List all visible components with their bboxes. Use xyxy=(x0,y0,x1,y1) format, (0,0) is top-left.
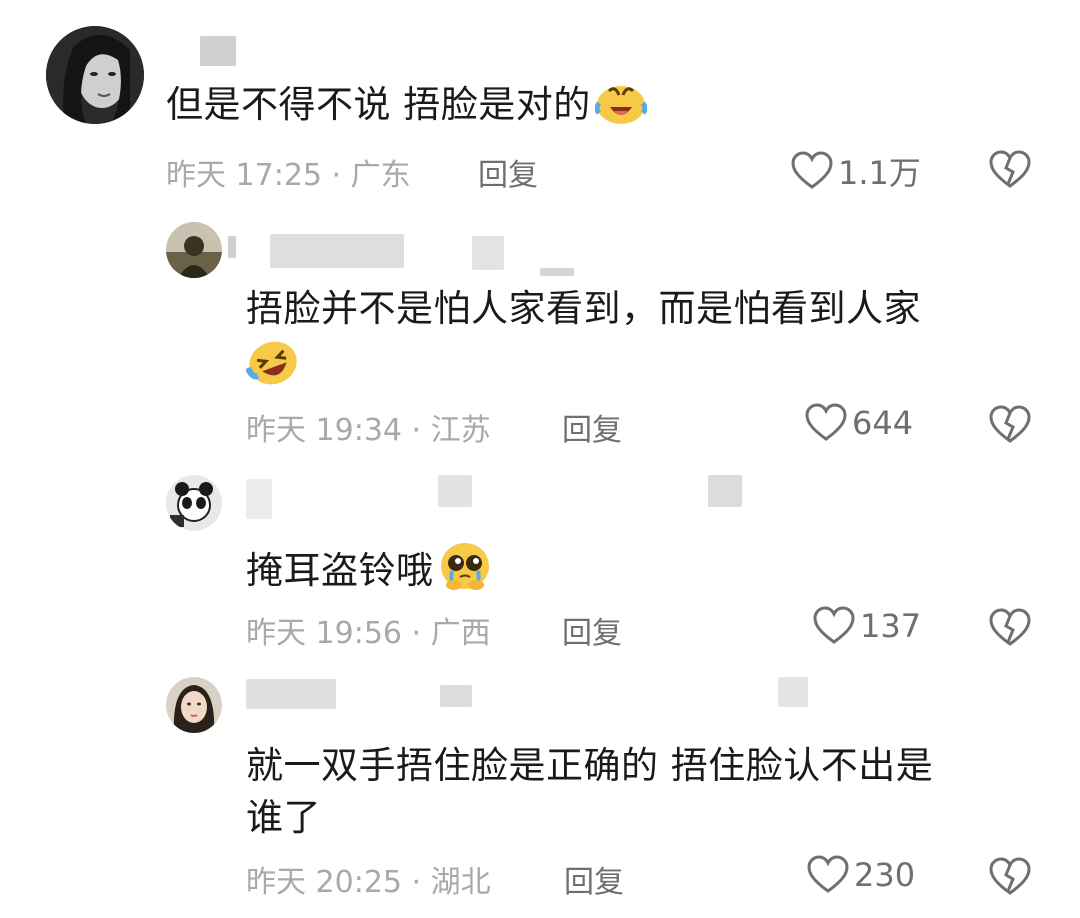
reply-button[interactable]: 回复 xyxy=(562,608,622,652)
username-blurred[interactable] xyxy=(246,679,336,709)
laughing-crying-emoji-icon xyxy=(594,81,648,138)
like-button[interactable]: 644 xyxy=(804,403,913,443)
dislike-button[interactable] xyxy=(988,608,1032,652)
heart-outline-icon xyxy=(805,403,847,441)
like-button[interactable]: 230 xyxy=(806,855,915,895)
comment-text-content: 掩耳盗铃哦 xyxy=(246,549,434,592)
heart-outline-icon xyxy=(807,855,849,893)
comment-text-content: 但是不得不说 捂脸是对的 xyxy=(166,83,591,126)
username-blurred[interactable] xyxy=(472,236,504,270)
comment-text-line2: 谁了 xyxy=(246,793,321,843)
reply-button[interactable]: 回复 xyxy=(478,150,538,194)
heart-outline-icon xyxy=(791,151,833,189)
username-blurred[interactable] xyxy=(778,677,808,707)
comment-2: 捂脸并不是怕人家看到，而是怕看到人家 昨天 19:34 · 江苏 回复 644 xyxy=(0,210,1080,465)
dislike-button[interactable] xyxy=(988,150,1032,194)
like-count: 644 xyxy=(852,404,914,442)
broken-heart-icon xyxy=(989,150,1031,188)
avatar[interactable] xyxy=(166,475,222,531)
pleading-face-emoji-icon xyxy=(438,541,492,604)
comment-meta: 昨天 20:25 · 湖北 xyxy=(246,865,491,900)
username-blurred[interactable] xyxy=(540,268,574,276)
dislike-button[interactable] xyxy=(988,857,1032,901)
dislike-button[interactable] xyxy=(988,405,1032,449)
comment-meta: 昨天 19:56 · 广西 xyxy=(246,616,491,651)
comment-3: 掩耳盗铃哦 昨天 19:56 · 广西 回复 137 xyxy=(0,465,1080,665)
broken-heart-icon xyxy=(989,857,1031,895)
comment-text-content: 谁了 xyxy=(246,796,321,839)
like-button[interactable]: 137 xyxy=(812,606,921,646)
heart-outline-icon xyxy=(813,606,855,644)
comment-text-content: 就一双手捂住脸是正确的 捂住脸认不出是 xyxy=(246,744,934,787)
reply-button[interactable]: 回复 xyxy=(562,405,622,449)
comment-text: 捂脸并不是怕人家看到，而是怕看到人家 xyxy=(246,284,921,334)
comment-emoji-line xyxy=(245,338,300,401)
comment-text: 就一双手捂住脸是正确的 捂住脸认不出是 xyxy=(246,741,933,791)
comment-4: 就一双手捂住脸是正确的 捂住脸认不出是 谁了 昨天 20:25 · 湖北 回复 … xyxy=(0,665,1080,918)
comment-1: 但是不得不说 捂脸是对的 昨天 17:25 · 广东 回复 1.1万 xyxy=(0,0,1080,210)
username-blurred[interactable] xyxy=(246,479,272,519)
username-blurred[interactable] xyxy=(438,475,472,507)
like-count: 1.1万 xyxy=(838,154,921,192)
username-blurred[interactable] xyxy=(440,685,472,707)
comment-meta: 昨天 19:34 · 江苏 xyxy=(246,413,491,448)
comment-meta: 昨天 17:25 · 广东 xyxy=(166,158,411,193)
broken-heart-icon xyxy=(989,608,1031,646)
username-blurred[interactable] xyxy=(270,234,404,268)
avatar[interactable] xyxy=(46,26,144,124)
like-count: 230 xyxy=(854,856,916,894)
username-blurred[interactable] xyxy=(228,236,236,258)
like-count: 137 xyxy=(860,607,922,645)
rolling-laughing-emoji-icon xyxy=(245,338,300,401)
comment-text-content: 捂脸并不是怕人家看到，而是怕看到人家 xyxy=(246,287,921,330)
username-blurred[interactable] xyxy=(708,475,742,507)
avatar[interactable] xyxy=(166,677,222,733)
avatar[interactable] xyxy=(166,222,222,278)
comment-text: 掩耳盗铃哦 xyxy=(246,541,492,604)
comment-text: 但是不得不说 捂脸是对的 xyxy=(166,80,648,138)
reply-button[interactable]: 回复 xyxy=(564,857,624,901)
broken-heart-icon xyxy=(989,405,1031,443)
like-button[interactable]: 1.1万 xyxy=(790,148,921,194)
username-blurred[interactable] xyxy=(200,36,236,66)
